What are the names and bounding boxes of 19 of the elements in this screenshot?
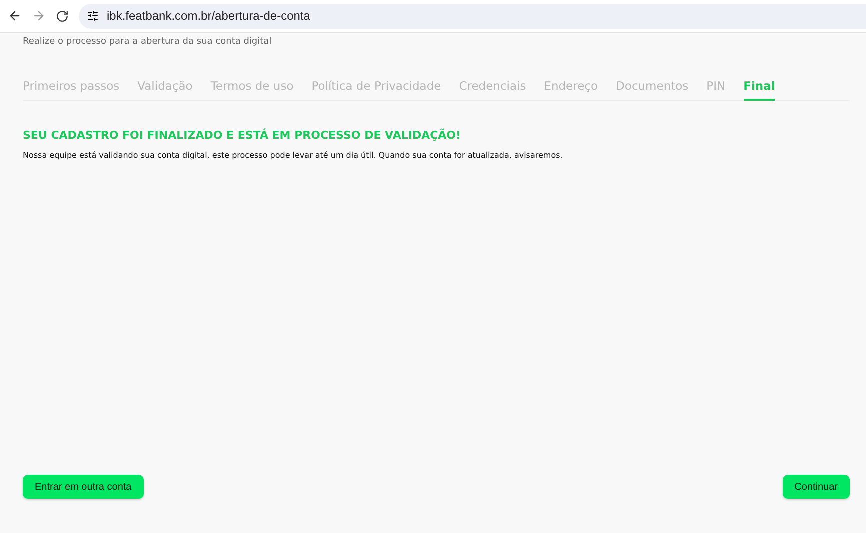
address-bar[interactable]: ibk.featbank.com.br/abertura-de-conta	[79, 4, 866, 28]
back-button[interactable]	[8, 9, 22, 23]
switch-account-button[interactable]: Entrar em outra conta	[23, 475, 144, 499]
site-settings-icon[interactable]	[87, 10, 99, 22]
status-heading: SEU CADASTRO FOI FINALIZADO E ESTÁ EM PROCESSO DE VALIDAÇÃO!	[23, 129, 462, 142]
page-subtitle: Realize o processo para a abertura da sua conta digital	[23, 37, 273, 47]
step-tab[interactable]: Termos de uso	[210, 79, 294, 101]
forward-button[interactable]	[32, 9, 46, 23]
step-tab[interactable]: PIN	[706, 79, 726, 101]
status-message: Nossa equipe está validando sua conta digital, este processo pode levar até um dia útil. Quando sua conta for atualizada, avisaremos.	[23, 151, 564, 160]
step-tab[interactable]: Validação	[138, 79, 193, 101]
step-tab[interactable]: Credenciais	[459, 79, 526, 101]
step-tab[interactable]: Endereço	[544, 79, 598, 101]
step-tab[interactable]: Política de Privacidade	[312, 79, 442, 101]
step-tab[interactable]: Primeiros passos	[23, 79, 120, 101]
continue-button[interactable]: Continuar	[782, 475, 850, 499]
step-tab[interactable]: Documentos	[616, 79, 689, 101]
reload-button[interactable]	[56, 10, 69, 22]
step-tab[interactable]: Final	[744, 79, 776, 101]
